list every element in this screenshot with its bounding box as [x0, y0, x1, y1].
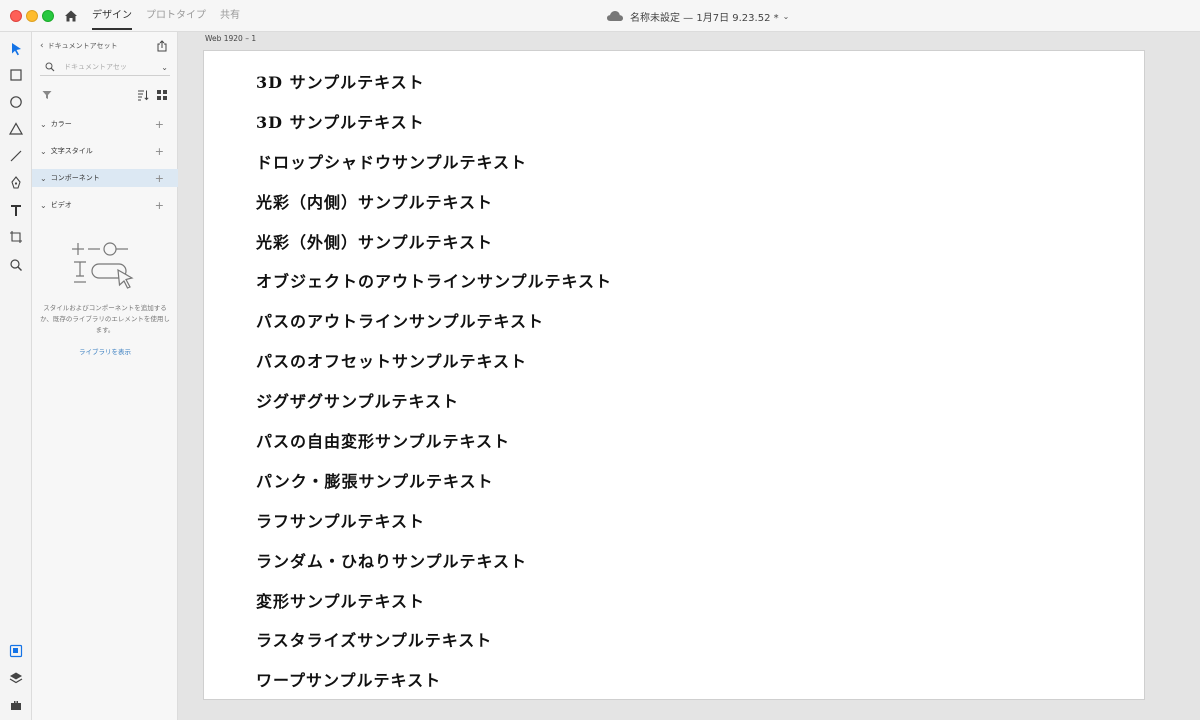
chevron-down-icon[interactable]: ⌄: [161, 63, 168, 72]
home-icon[interactable]: [63, 8, 79, 24]
sample-text-list: 3D サンプルテキスト 3D サンプルテキスト ドロップシャドウサンプルテキスト…: [256, 61, 612, 699]
sample-text-pucker-bloat[interactable]: パンク・膨張サンプルテキスト: [256, 460, 612, 500]
minimize-window-button[interactable]: [26, 10, 38, 22]
chevron-left-icon[interactable]: ‹: [40, 41, 44, 51]
sample-text-outer-glow[interactable]: 光彩（外側）サンプルテキスト: [256, 221, 612, 261]
sample-text-drop-shadow[interactable]: ドロップシャドウサンプルテキスト: [256, 141, 612, 181]
document-title[interactable]: 名称未設定 — 1月7日 9.23.52 * ⌄: [606, 0, 789, 32]
grid-view-icon[interactable]: [156, 89, 168, 101]
asset-search-input[interactable]: ドキュメントアセッ ⌄: [40, 58, 170, 76]
empty-assets-illustration-icon: [72, 242, 134, 289]
document-title-text: 名称未設定 — 1月7日 9.23.52 *: [630, 12, 779, 24]
section-colors[interactable]: ⌄ カラー +: [32, 115, 178, 133]
share-icon[interactable]: [156, 40, 168, 52]
section-label: カラー: [50, 120, 72, 128]
close-window-button[interactable]: [10, 10, 22, 22]
assets-panel-icon[interactable]: [8, 643, 24, 659]
select-tool-icon[interactable]: [8, 41, 24, 57]
panel-header[interactable]: ‹ ドキュメントアセット: [40, 41, 117, 51]
rectangle-tool-icon[interactable]: [8, 67, 24, 83]
line-tool-icon[interactable]: [8, 148, 24, 164]
polygon-tool-icon[interactable]: [8, 121, 24, 137]
section-video[interactable]: ⌄ ビデオ +: [32, 196, 178, 214]
add-color-button[interactable]: +: [155, 118, 164, 131]
zoom-tool-icon[interactable]: [8, 257, 24, 273]
sample-text-object-outline[interactable]: オブジェクトのアウトラインサンプルテキスト: [256, 260, 612, 300]
sort-icon[interactable]: [137, 89, 149, 101]
sample-text-warp[interactable]: ワープサンプルテキスト: [256, 659, 612, 699]
canvas[interactable]: Web 1920 – 1 3D サンプルテキスト 3D サンプルテキスト ドロッ…: [178, 32, 1200, 720]
tab-share[interactable]: 共有: [220, 0, 240, 32]
view-libraries-link[interactable]: ライブラリを表示: [32, 346, 178, 356]
sample-text-rasterize[interactable]: ラスタライズサンプルテキスト: [256, 619, 612, 659]
maximize-window-button[interactable]: [42, 10, 54, 22]
add-character-style-button[interactable]: +: [155, 145, 164, 158]
search-placeholder: ドキュメントアセッ: [64, 62, 127, 71]
tool-bar: [0, 32, 32, 720]
sample-text-twist[interactable]: ランダム・ひねりサンプルテキスト: [256, 540, 612, 580]
sample-text-free-distort[interactable]: パスの自由変形サンプルテキスト: [256, 420, 612, 460]
pen-tool-icon[interactable]: [8, 175, 24, 191]
tab-design[interactable]: デザイン: [92, 0, 132, 32]
sample-text-3d-2[interactable]: 3D サンプルテキスト: [256, 101, 612, 141]
empty-assets-message: スタイルおよびコンポーネントを追加するか、既存のライブラリのエレメントを使用しま…: [40, 304, 170, 334]
filter-icon[interactable]: [42, 90, 52, 100]
sample-text-path-outline[interactable]: パスのアウトラインサンプルテキスト: [256, 300, 612, 340]
section-label: 文字スタイル: [50, 147, 93, 155]
ellipse-tool-icon[interactable]: [8, 94, 24, 110]
chevron-down-icon[interactable]: ⌄: [783, 12, 790, 21]
text-tool-icon[interactable]: [8, 202, 24, 218]
chevron-down-icon: ⌄: [40, 200, 47, 210]
search-icon: [45, 62, 55, 71]
layers-icon[interactable]: [8, 670, 24, 686]
add-component-button[interactable]: +: [155, 172, 164, 185]
chevron-down-icon: ⌄: [40, 119, 47, 129]
sample-text-roughen[interactable]: ラフサンプルテキスト: [256, 500, 612, 540]
assets-panel: ‹ ドキュメントアセット ドキュメントアセッ ⌄ ⌄ カラー + ⌄ 文字スタイ…: [32, 32, 178, 720]
panel-title: ドキュメントアセット: [47, 42, 118, 50]
add-video-button[interactable]: +: [155, 199, 164, 212]
sample-text-transform[interactable]: 変形サンプルテキスト: [256, 580, 612, 620]
sample-text-zigzag[interactable]: ジグザグサンプルテキスト: [256, 380, 612, 420]
section-label: ビデオ: [50, 201, 72, 209]
plugins-icon[interactable]: [8, 697, 24, 713]
artboard-tool-icon[interactable]: [8, 229, 24, 245]
section-label: コンポーネント: [50, 174, 100, 182]
cloud-icon: [607, 11, 623, 21]
chevron-down-icon: ⌄: [40, 146, 47, 156]
tab-prototype[interactable]: プロトタイプ: [146, 0, 206, 32]
chevron-down-icon: ⌄: [40, 173, 47, 183]
sample-text-inner-glow[interactable]: 光彩（内側）サンプルテキスト: [256, 181, 612, 221]
sample-text-3d-1[interactable]: 3D サンプルテキスト: [256, 61, 612, 101]
section-character-styles[interactable]: ⌄ 文字スタイル +: [32, 142, 178, 160]
title-bar: デザイン プロトタイプ 共有 名称未設定 — 1月7日 9.23.52 * ⌄: [0, 0, 1200, 32]
artboard-label[interactable]: Web 1920 – 1: [205, 34, 256, 43]
sample-text-path-offset[interactable]: パスのオフセットサンプルテキスト: [256, 340, 612, 380]
workspace-tabs: デザイン プロトタイプ 共有: [92, 0, 254, 32]
artboard[interactable]: 3D サンプルテキスト 3D サンプルテキスト ドロップシャドウサンプルテキスト…: [203, 50, 1145, 700]
section-components[interactable]: ⌄ コンポーネント +: [32, 169, 178, 187]
